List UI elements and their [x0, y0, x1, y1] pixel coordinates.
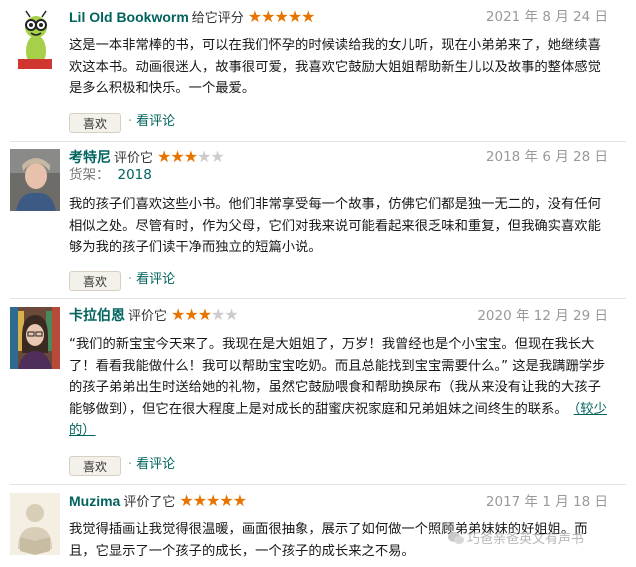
review-action: 评价了它	[123, 495, 176, 510]
review-action: 评价它	[128, 309, 168, 324]
review-date[interactable]: 2018 年 6 月 28 日	[486, 147, 608, 167]
star-icon: ★	[274, 7, 288, 26]
review-text-content: “我们的新宝宝今天来了。我现在是大姐姐了，万岁！我曾经也是个小宝宝。但现在我长大…	[69, 337, 606, 417]
review-divider	[10, 141, 626, 142]
star-rating: ★★★★★	[171, 305, 239, 325]
see-comments-link[interactable]: · 看评论	[128, 112, 175, 132]
like-button[interactable]: 喜欢	[69, 271, 121, 291]
star-rating: ★★★★★	[247, 7, 316, 27]
review-divider	[10, 298, 626, 299]
reviewer-name[interactable]: 卡拉伯恩	[69, 307, 125, 323]
avatar-bookworm[interactable]	[10, 9, 60, 71]
user-photo-icon	[10, 307, 60, 369]
bookworm-avatar-icon	[10, 9, 60, 71]
review-text: 这是一本非常棒的书，可以在我们怀孕的时候读给我的女儿听，现在小弟弟来了，她继续喜…	[69, 38, 601, 96]
review-header: Muzima 评价了它 ★★★★★	[69, 491, 247, 511]
review-divider	[10, 484, 626, 485]
star-icon: ★	[261, 7, 275, 26]
separator-dot: ·	[128, 272, 133, 287]
like-button[interactable]: 喜欢	[69, 113, 121, 133]
review-header: 考特尼 评价它 ★★★★★	[69, 147, 225, 167]
star-empty-icon: ★	[224, 305, 238, 324]
star-rating: ★★★★★	[179, 491, 247, 511]
separator-dot: ·	[128, 457, 133, 472]
star-icon: ★	[171, 305, 185, 324]
wechat-icon	[448, 532, 464, 544]
avatar-karaborn[interactable]	[10, 307, 60, 369]
star-icon: ★	[170, 147, 184, 166]
review-header: 卡拉伯恩 评价它 ★★★★★	[69, 305, 239, 325]
avatar-muzima[interactable]	[10, 493, 60, 555]
review-date[interactable]: 2021 年 8 月 24 日	[486, 7, 608, 27]
review-action: 评价它	[114, 151, 154, 166]
star-icon: ★	[232, 491, 247, 510]
shelf-info: 货架： 2018	[69, 166, 152, 184]
like-button[interactable]: 喜欢	[69, 456, 121, 476]
star-icon: ★	[206, 491, 220, 510]
review-date[interactable]: 2017 年 1 月 18 日	[486, 492, 608, 512]
star-icon: ★	[183, 147, 198, 166]
watermark-text: 巧爸亲爸英文有声书	[467, 532, 585, 547]
review-text: “我们的新宝宝今天来了。我现在是大姐姐了，万岁！我曾经也是个小宝宝。但现在我长大…	[69, 334, 609, 442]
star-empty-icon: ★	[197, 147, 211, 166]
reviewer-name[interactable]: 考特尼	[69, 149, 111, 165]
star-empty-icon: ★	[210, 147, 224, 166]
star-icon: ★	[197, 305, 212, 324]
review-action: 给它评分	[191, 11, 244, 26]
reviewer-name[interactable]: Lil Old Bookworm	[69, 9, 189, 25]
star-icon: ★	[247, 7, 262, 26]
star-icon: ★	[179, 491, 193, 510]
separator-dot: ·	[128, 114, 133, 129]
see-comments-label[interactable]: 看评论	[136, 114, 175, 129]
shelf-label: 货架：	[69, 167, 110, 183]
star-icon: ★	[219, 491, 233, 510]
star-icon: ★	[184, 305, 198, 324]
review-date[interactable]: 2020 年 12 月 29 日	[477, 306, 608, 326]
see-comments-label[interactable]: 看评论	[136, 457, 175, 472]
watermark: 巧爸亲爸英文有声书	[448, 528, 584, 547]
star-rating: ★★★★★	[157, 147, 225, 167]
star-icon: ★	[301, 7, 315, 26]
default-user-icon	[10, 493, 60, 555]
see-comments-link[interactable]: · 看评论	[128, 270, 175, 290]
star-empty-icon: ★	[211, 305, 225, 324]
reviewer-name[interactable]: Muzima	[69, 493, 120, 509]
star-icon: ★	[157, 147, 171, 166]
user-photo-icon	[10, 149, 60, 211]
avatar-courtney[interactable]	[10, 149, 60, 211]
shelf-value[interactable]: 2018	[118, 167, 152, 183]
review-text: 我的孩子们喜欢这些小书。他们非常享受每一个故事，仿佛它们都是独一无二的，没有任何…	[69, 197, 601, 255]
star-icon: ★	[192, 491, 207, 510]
see-comments-link[interactable]: · 看评论	[128, 455, 175, 475]
see-comments-label[interactable]: 看评论	[136, 272, 175, 287]
review-header: Lil Old Bookworm 给它评分 ★★★★★	[69, 7, 316, 27]
star-icon: ★	[287, 7, 302, 26]
